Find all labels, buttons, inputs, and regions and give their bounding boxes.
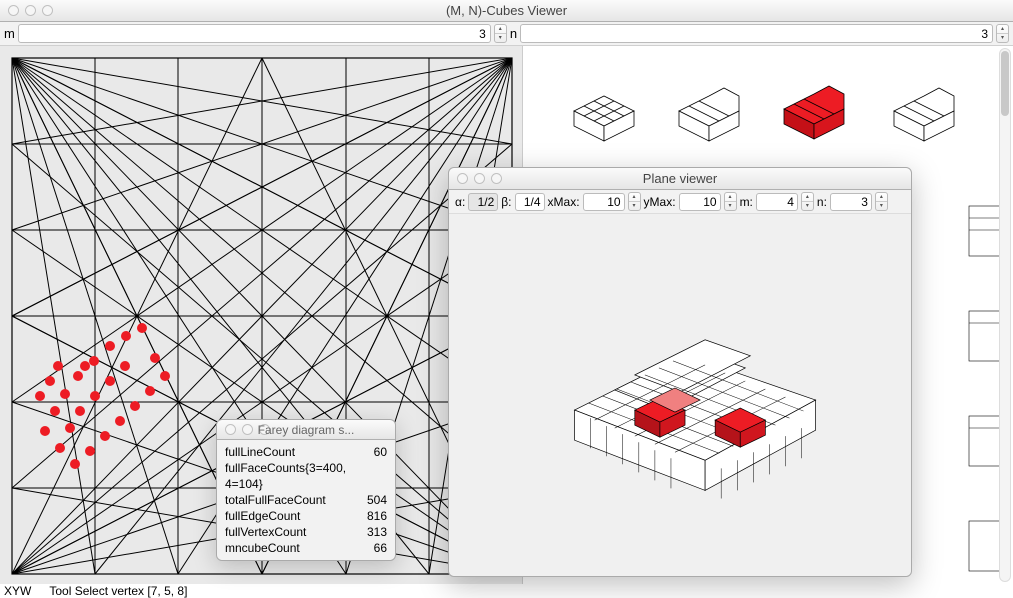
traffic-lights: [217, 424, 270, 435]
traffic-lights: [0, 5, 53, 16]
stats-value: 816: [367, 508, 387, 524]
beta-label: β:: [501, 195, 511, 209]
beta-input[interactable]: [515, 193, 545, 211]
minimize-icon[interactable]: [242, 424, 253, 435]
minimize-icon[interactable]: [25, 5, 36, 16]
minimize-icon[interactable]: [474, 173, 485, 184]
zoom-icon[interactable]: [491, 173, 502, 184]
alpha-input[interactable]: [468, 193, 498, 211]
zoom-icon[interactable]: [259, 424, 270, 435]
step-up-icon[interactable]: ▴: [876, 193, 887, 202]
xmax-label: xMax:: [548, 195, 580, 209]
farey-stats-window[interactable]: Farey diagram s... fullLineCount 60fullFa…: [216, 419, 396, 561]
stats-label: totalFullFaceCount: [225, 492, 326, 508]
stats-row: fullFaceCounts{3=400, 4=104}: [225, 460, 387, 492]
main-titlebar: (M, N)-Cubes Viewer: [0, 0, 1013, 22]
step-up-icon[interactable]: ▴: [802, 193, 813, 202]
plane-viewer-window[interactable]: Plane viewer α: β: xMax: ▴▾ yMax: ▴▾ m: …: [448, 167, 912, 577]
n-stepper[interactable]: ▴ ▾: [996, 24, 1009, 43]
status-tool: Tool Select vertex [7, 5, 8]: [49, 584, 187, 598]
close-icon[interactable]: [457, 173, 468, 184]
stats-row: mncubeCount 66: [225, 540, 387, 556]
stats-label: fullEdgeCount: [225, 508, 300, 524]
stats-row: fullEdgeCount 816: [225, 508, 387, 524]
main-title: (M, N)-Cubes Viewer: [0, 3, 1013, 18]
m-step-up-icon[interactable]: ▴: [495, 25, 506, 34]
plane-n-input[interactable]: [830, 193, 872, 211]
stats-row: fullLineCount 60: [225, 444, 387, 460]
stats-row: totalFullFaceCount 504: [225, 492, 387, 508]
xmax-stepper[interactable]: ▴▾: [628, 192, 641, 211]
m-input[interactable]: [18, 24, 491, 43]
plane-m-input[interactable]: [756, 193, 798, 211]
stats-value: 313: [367, 524, 387, 540]
statusbar: XYW Tool Select vertex [7, 5, 8]: [0, 584, 1013, 598]
status-xyw: XYW: [4, 584, 31, 598]
cube-thumb[interactable]: [894, 88, 954, 141]
plane-n-stepper[interactable]: ▴▾: [875, 192, 888, 211]
stats-label: fullLineCount: [225, 444, 295, 460]
n-label: n: [510, 26, 517, 41]
stats-label: fullFaceCounts{3=400, 4=104}: [225, 460, 375, 492]
xmax-input[interactable]: [583, 193, 625, 211]
plane-viewer-titlebar[interactable]: Plane viewer: [449, 168, 911, 190]
gallery-scrollbar[interactable]: [999, 48, 1011, 582]
n-input[interactable]: [520, 24, 993, 43]
main-toolbar: m ▴ ▾ n ▴ ▾: [0, 22, 1013, 46]
ymax-stepper[interactable]: ▴▾: [724, 192, 737, 211]
step-down-icon[interactable]: ▾: [629, 202, 640, 210]
ymax-input[interactable]: [679, 193, 721, 211]
stats-value: 66: [374, 540, 387, 556]
selected-vertices: [35, 323, 170, 469]
alpha-label: α:: [455, 195, 465, 209]
n-step-up-icon[interactable]: ▴: [997, 25, 1008, 34]
plane-viewer-title: Plane viewer: [449, 171, 911, 186]
farey-stats-titlebar[interactable]: Farey diagram s...: [217, 420, 395, 440]
plane-m-label: m:: [740, 195, 753, 209]
close-icon[interactable]: [225, 424, 236, 435]
n-step-down-icon[interactable]: ▾: [997, 34, 1008, 42]
traffic-lights: [449, 173, 502, 184]
cube-thumb[interactable]: [679, 88, 739, 141]
step-up-icon[interactable]: ▴: [629, 193, 640, 202]
plane-n-label: n:: [817, 195, 827, 209]
plane-toolbar: α: β: xMax: ▴▾ yMax: ▴▾ m: ▴▾ n: ▴▾: [449, 190, 911, 214]
m-label: m: [4, 26, 15, 41]
ymax-label: yMax:: [644, 195, 676, 209]
m-step-down-icon[interactable]: ▾: [495, 34, 506, 42]
plane-m-stepper[interactable]: ▴▾: [801, 192, 814, 211]
stats-value: 504: [367, 492, 387, 508]
step-down-icon[interactable]: ▾: [802, 202, 813, 210]
step-down-icon[interactable]: ▾: [876, 202, 887, 210]
plane-canvas[interactable]: [449, 214, 911, 576]
step-down-icon[interactable]: ▾: [725, 202, 736, 210]
stats-label: fullVertexCount: [225, 524, 306, 540]
zoom-icon[interactable]: [42, 5, 53, 16]
stats-label: mncubeCount: [225, 540, 300, 556]
stats-row: fullVertexCount 313: [225, 524, 387, 540]
cube-thumb[interactable]: [784, 86, 844, 139]
cube-thumb[interactable]: [574, 96, 634, 141]
step-up-icon[interactable]: ▴: [725, 193, 736, 202]
m-stepper[interactable]: ▴ ▾: [494, 24, 507, 43]
close-icon[interactable]: [8, 5, 19, 16]
farey-stats-content: fullLineCount 60fullFaceCounts{3=400, 4=1…: [217, 440, 395, 560]
stats-value: 60: [374, 444, 387, 460]
